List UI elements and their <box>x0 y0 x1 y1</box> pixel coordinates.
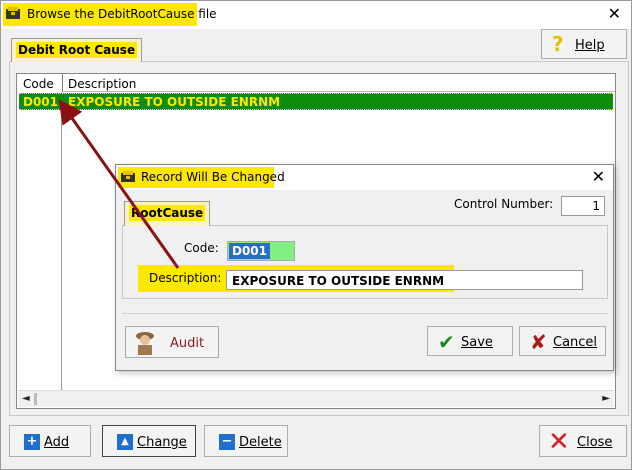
change-button[interactable]: ▲ Change <box>102 425 196 457</box>
dialog-close-icon[interactable]: ✕ <box>592 167 605 186</box>
tab-rootcause[interactable]: RootCause <box>124 201 211 226</box>
scroll-right-icon[interactable]: ► <box>602 393 610 404</box>
control-number-field[interactable]: 1 <box>561 196 605 216</box>
cancel-x-icon: ✘ <box>530 330 547 354</box>
window-title: Browse the DebitRootCause file <box>27 7 217 21</box>
tab-label: Debit Root Cause <box>16 42 138 58</box>
title-bar: Browse the DebitRootCause file ✕ <box>1 1 631 29</box>
delete-button[interactable]: − Delete <box>204 425 288 457</box>
add-label: Add <box>44 435 70 450</box>
add-button[interactable]: + Add <box>9 425 91 457</box>
dialog-divider <box>122 313 608 314</box>
dialog-app-icon <box>121 171 135 182</box>
cancel-label: Cancel <box>553 335 598 350</box>
change-label: Change <box>137 435 187 450</box>
code-field[interactable]: D001 <box>227 241 295 261</box>
delete-icon: − <box>219 434 235 450</box>
dialog-title-bar: Record Will Be Changed ✕ <box>116 165 613 190</box>
close-icon: ✕ <box>548 427 570 457</box>
code-label: Code: <box>184 241 219 255</box>
cell-code: D001 <box>23 95 59 109</box>
dialog-tab-label: RootCause <box>129 205 206 221</box>
horizontal-scrollbar[interactable]: ◄ ► <box>18 390 614 407</box>
tab-debit-root-cause[interactable]: Debit Root Cause <box>11 38 143 62</box>
help-label: Help <box>575 38 605 53</box>
close-button[interactable]: ✕ Close <box>539 425 627 457</box>
control-number-label: Control Number: <box>454 197 554 211</box>
description-value: EXPOSURE TO OUTSIDE ENRNM <box>232 274 445 288</box>
close-label: Close <box>577 435 613 450</box>
help-button[interactable]: ? Help <box>541 29 627 59</box>
audit-label: Audit <box>170 336 205 351</box>
change-icon: ▲ <box>117 434 133 450</box>
help-icon: ? <box>552 32 564 56</box>
detective-icon <box>136 332 154 355</box>
column-divider <box>61 92 62 392</box>
description-label: Description: <box>149 271 222 285</box>
scroll-left-icon[interactable]: ◄ <box>22 393 30 404</box>
app-icon <box>6 7 20 19</box>
dialog-title: Record Will Be Changed <box>141 170 285 184</box>
cell-description: EXPOSURE TO OUTSIDE ENRNM <box>68 95 281 109</box>
delete-label: Delete <box>239 435 282 450</box>
save-button[interactable]: ✔ Save <box>427 326 513 356</box>
record-change-dialog: Record Will Be Changed ✕ RootCause Contr… <box>115 164 614 371</box>
audit-button[interactable]: Audit <box>125 326 219 358</box>
column-header-code[interactable]: Code <box>17 74 63 92</box>
add-icon: + <box>24 434 40 450</box>
save-label: Save <box>461 335 493 350</box>
code-value: D001 <box>229 243 271 259</box>
table-row[interactable]: D001 EXPOSURE TO OUTSIDE ENRNM <box>19 93 613 110</box>
column-header-description[interactable]: Description <box>63 74 615 92</box>
cancel-button[interactable]: ✘ Cancel <box>519 326 606 356</box>
description-field[interactable]: EXPOSURE TO OUTSIDE ENRNM <box>226 270 583 290</box>
checkmark-icon: ✔ <box>438 330 455 354</box>
window-close-icon[interactable]: ✕ <box>608 4 621 23</box>
scroll-thumb[interactable] <box>34 393 37 405</box>
